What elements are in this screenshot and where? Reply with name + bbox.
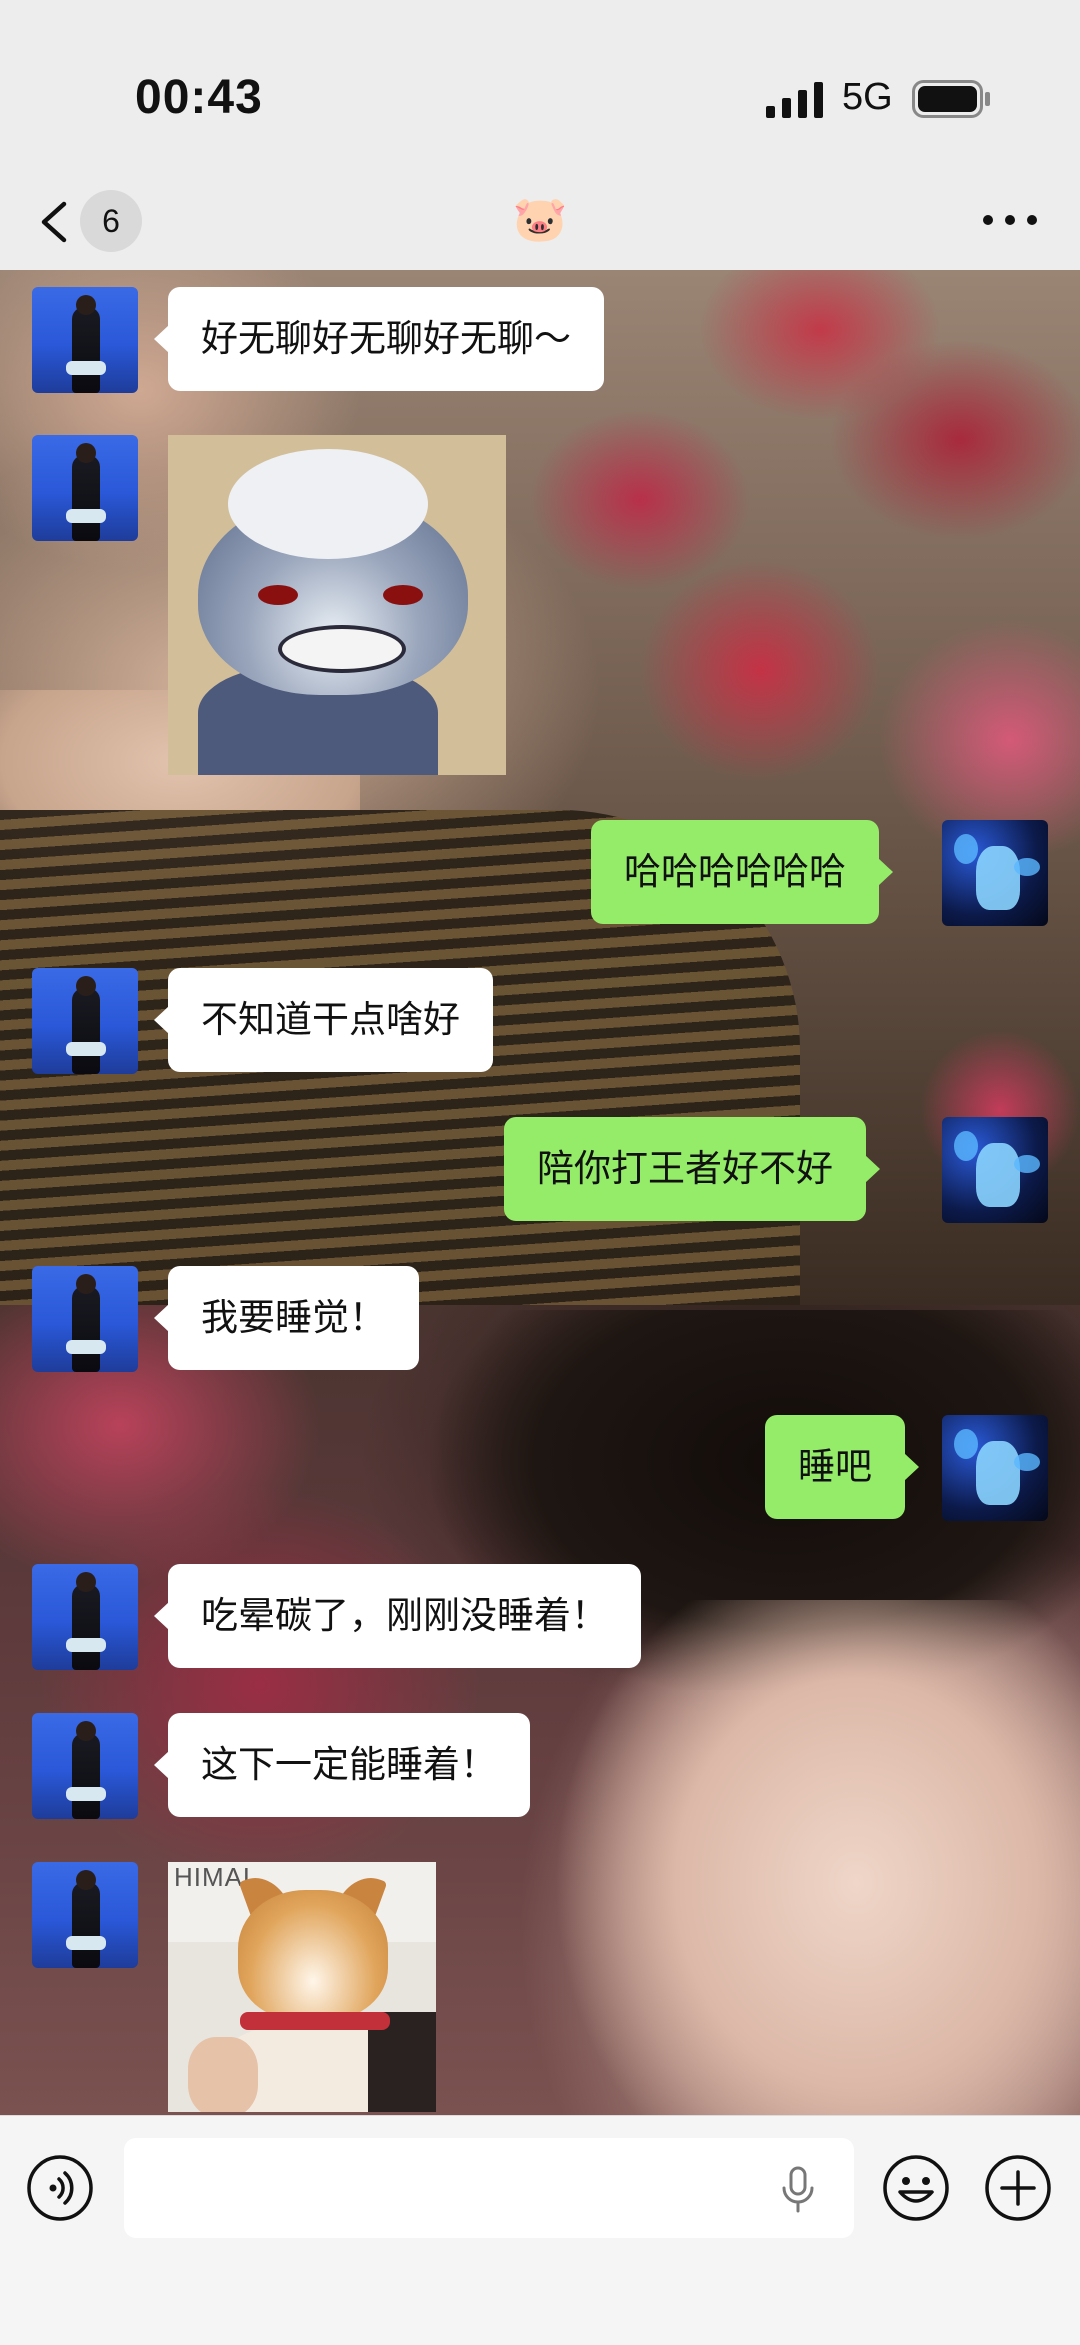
message-bubble-incoming[interactable]: 这下一定能睡着！ [154,1713,530,1817]
message-bubble-incoming[interactable]: 好无聊好无聊好无聊～ [154,287,604,391]
my-avatar[interactable] [942,1117,1048,1223]
contact-avatar[interactable] [32,435,138,541]
plus-circle-icon[interactable] [984,2154,1052,2222]
contact-avatar[interactable] [32,1862,138,1968]
battery-icon [912,80,990,118]
message-bubble-outgoing[interactable]: 睡吧 [765,1415,919,1519]
chat-title: 🐷 [512,194,568,245]
contact-avatar[interactable] [32,1266,138,1372]
more-dots-icon[interactable] [970,200,1050,240]
emoji-icon[interactable] [882,2154,950,2222]
chevron-left-icon [41,201,67,243]
input-bar [0,2115,1080,2345]
contact-avatar[interactable] [32,968,138,1074]
shiba-dog-sticker[interactable]: HIMAL [168,1862,436,2112]
status-bar: 00:43 5G [0,0,1080,170]
unread-count-badge: 6 [80,190,142,252]
back-button[interactable]: 6 [36,188,146,254]
status-time: 00:43 [135,71,263,124]
microphone-icon[interactable] [780,2166,816,2214]
contact-avatar[interactable] [32,1564,138,1670]
message-bubble-incoming[interactable]: 不知道干点啥好 [154,968,493,1072]
message-bubble-incoming[interactable]: 吃晕碳了，刚刚没睡着！ [154,1564,641,1668]
tom-cat-sticker[interactable] [168,435,506,775]
message-bubble-incoming[interactable]: 我要睡觉！ [154,1266,419,1370]
my-avatar[interactable] [942,1415,1048,1521]
contact-avatar[interactable] [32,1713,138,1819]
chat-header: 6 🐷 [0,170,1080,270]
message-bubble-outgoing[interactable]: 哈哈哈哈哈哈 [591,820,893,924]
message-input[interactable] [124,2138,854,2238]
signal-bars-icon [766,82,823,118]
voice-mode-icon[interactable] [26,2154,94,2222]
network-type: 5G [842,76,893,118]
message-bubble-outgoing[interactable]: 陪你打王者好不好 [504,1117,880,1221]
chat-screen: 00:43 5G 6 🐷 好无聊好无聊好无聊～ 哈哈哈哈哈哈 不知道干点啥好 陪… [0,0,1080,2345]
my-avatar[interactable] [942,820,1048,926]
contact-avatar[interactable] [32,287,138,393]
